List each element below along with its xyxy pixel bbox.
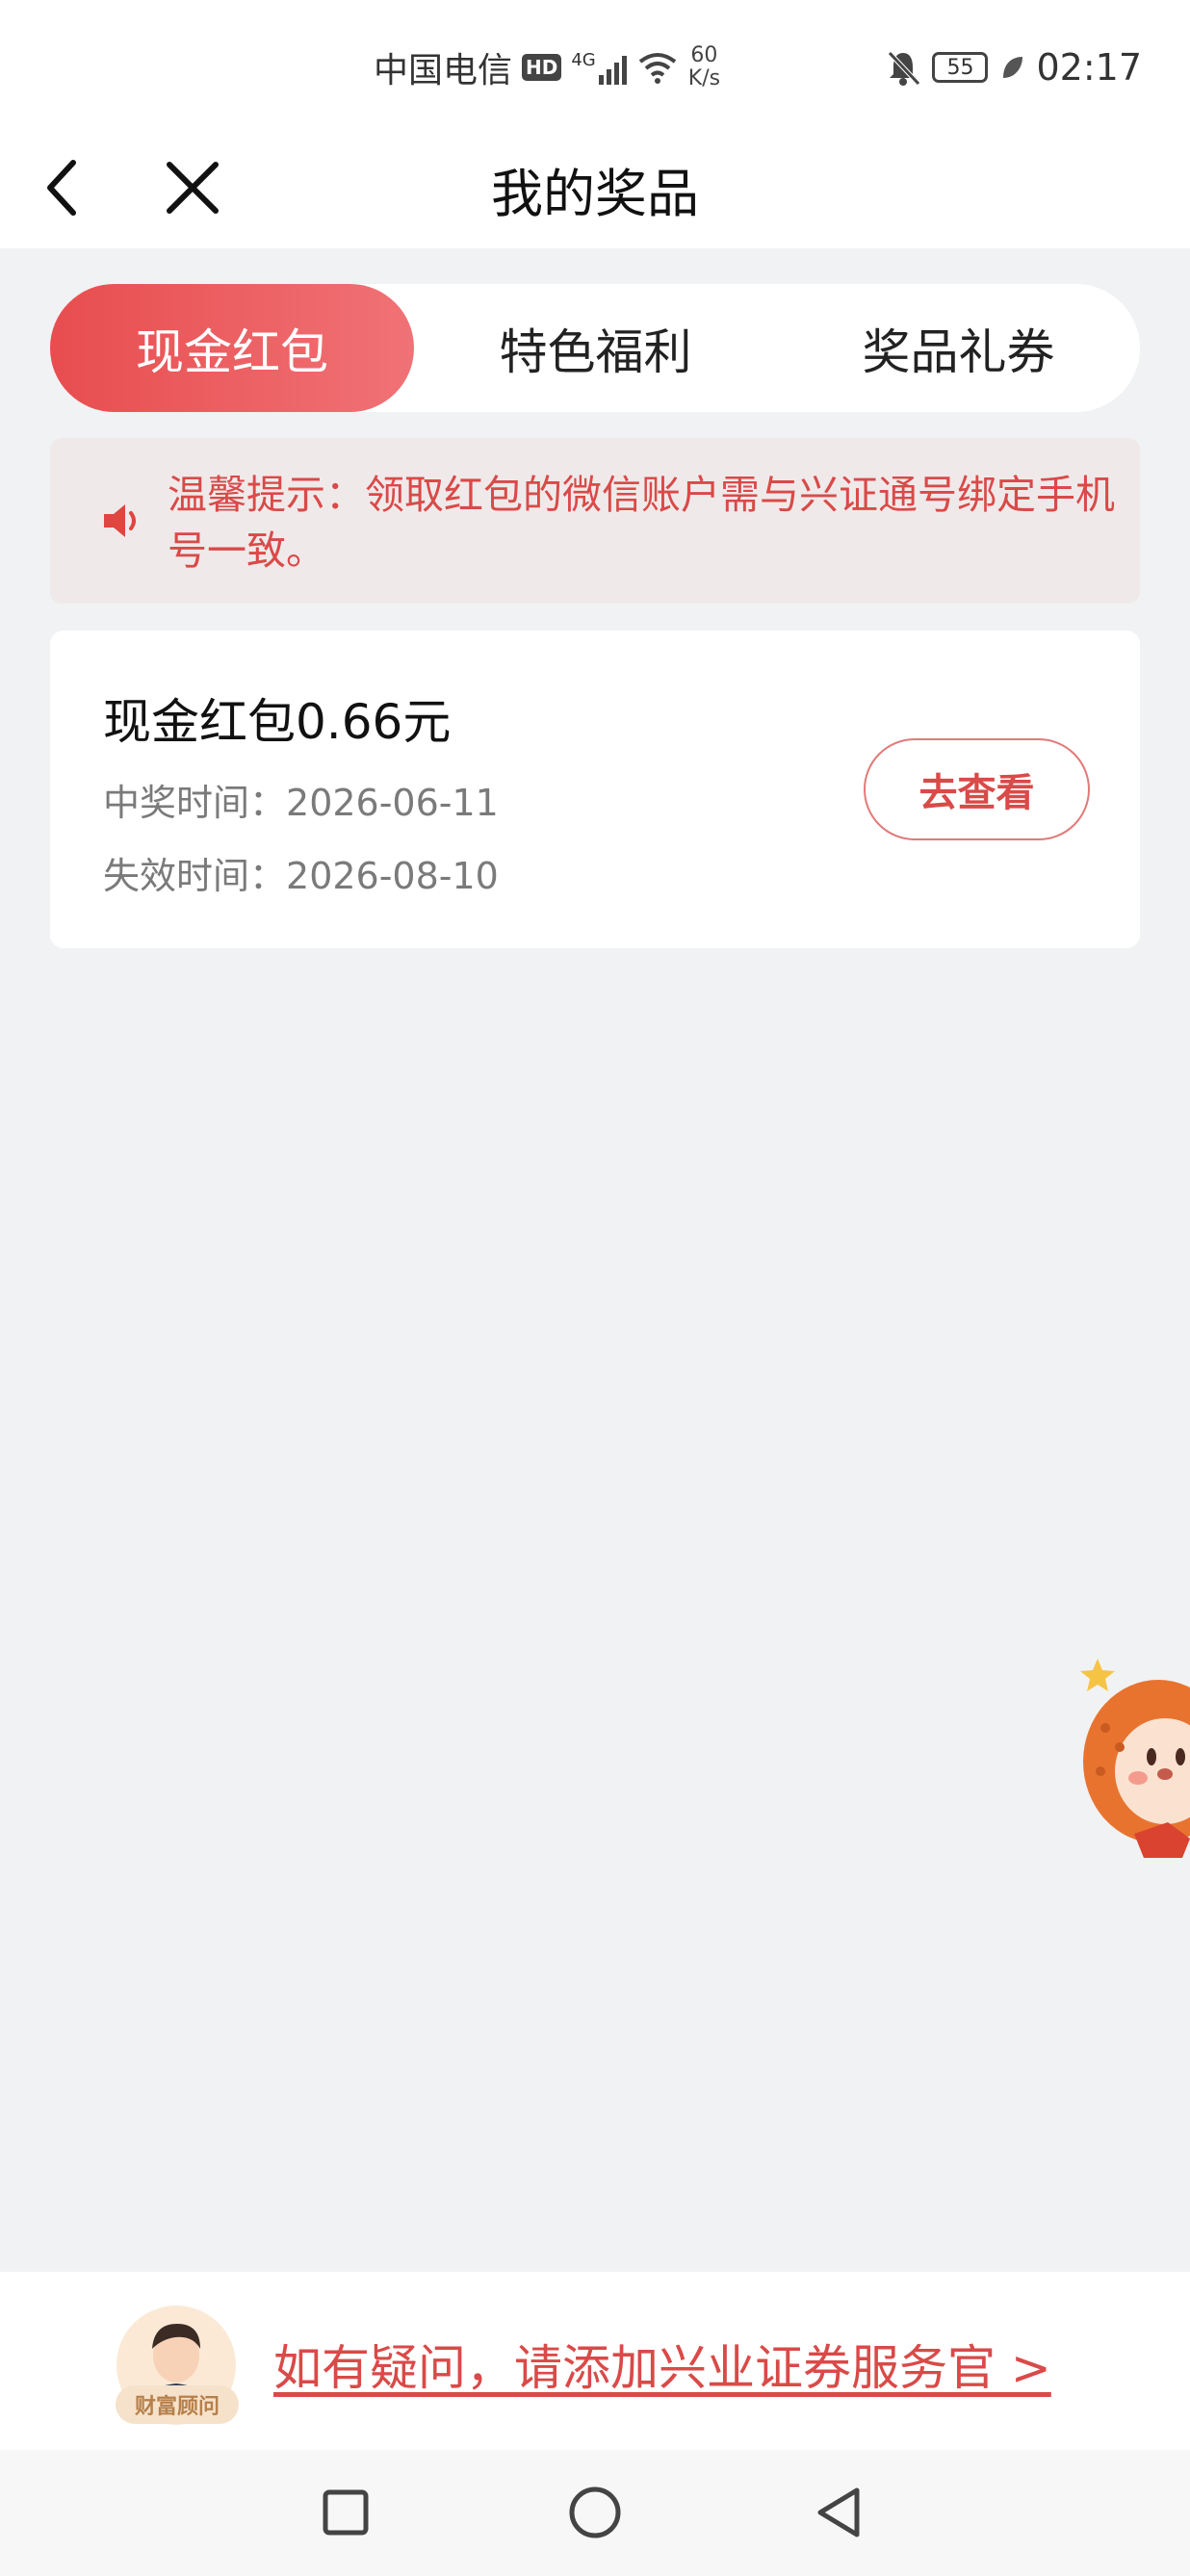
- carrier-name: 中国电信: [374, 51, 513, 90]
- battery-icon: 55: [932, 52, 989, 83]
- expire-time-label: 失效时间：: [103, 855, 287, 897]
- speaker-icon: [104, 504, 136, 537]
- clock: 02:17: [1036, 46, 1142, 89]
- service-bar: 财富顾问 如有疑问，请添加兴业证券服务官 >: [0, 2272, 1190, 2450]
- view-button[interactable]: 去查看: [864, 738, 1090, 840]
- win-time-row: 中奖时间：2026-06-11: [103, 773, 499, 826]
- recents-square-icon[interactable]: [312, 2479, 379, 2546]
- prize-card: 现金红包0.66元 中奖时间：2026-06-11 失效时间：2026-08-1…: [50, 631, 1140, 948]
- notice-text: 温馨提示：领取红包的微信账户需与兴证通号绑定手机号一致。: [168, 472, 1115, 574]
- service-link[interactable]: 如有疑问，请添加兴业证券服务官 >: [273, 2330, 1051, 2399]
- net-speed-unit: K/s: [687, 66, 721, 90]
- bell-muted-icon: [888, 51, 921, 86]
- signal-icon: 4G: [571, 50, 627, 85]
- tab-special-benefits[interactable]: 特色福利: [414, 284, 777, 412]
- hd-badge: HD: [522, 54, 562, 81]
- expire-time-row: 失效时间：2026-08-10: [103, 846, 499, 899]
- tab-cash-redpacket[interactable]: 现金红包: [50, 284, 414, 412]
- notice-banner: 温馨提示：领取红包的微信账户需与兴证通号绑定手机号一致。: [50, 438, 1140, 604]
- net-speed-value: 60: [690, 43, 718, 67]
- status-bar: 中国电信 HD 4G 60 K/s 55 02:17: [0, 0, 1190, 130]
- network-type: 4G: [571, 50, 596, 70]
- expire-time-value: 2026-08-10: [286, 855, 499, 897]
- leaf-icon: [1003, 57, 1023, 78]
- mascot-float-icon[interactable]: [1076, 1651, 1190, 1872]
- win-time-value: 2026-06-11: [286, 782, 499, 824]
- status-left-group: 中国电信 HD 4G 60 K/s: [374, 39, 720, 96]
- page: 中国电信 HD 4G 60 K/s 55 02:17 我的奖品 现金红包 特色福…: [0, 0, 1190, 2576]
- status-right-group: 55 02:17: [886, 39, 1142, 96]
- tab-prize-vouchers[interactable]: 奖品礼券: [777, 284, 1140, 412]
- page-title: 我的奖品: [491, 164, 699, 224]
- system-nav-bar: [0, 2450, 1190, 2576]
- battery-level: 55: [946, 55, 974, 80]
- prize-tabs: 现金红包 特色福利 奖品礼券: [50, 284, 1140, 412]
- nav-bar: 我的奖品: [0, 130, 1190, 248]
- back-triangle-icon[interactable]: [807, 2479, 874, 2546]
- wifi-icon: [638, 53, 676, 84]
- net-speed: 60 K/s: [688, 44, 720, 90]
- advisor-label: 财富顾问: [116, 2385, 239, 2424]
- home-circle-icon[interactable]: [561, 2479, 629, 2546]
- win-time-label: 中奖时间：: [103, 782, 287, 824]
- prize-title: 现金红包0.66元: [103, 694, 452, 750]
